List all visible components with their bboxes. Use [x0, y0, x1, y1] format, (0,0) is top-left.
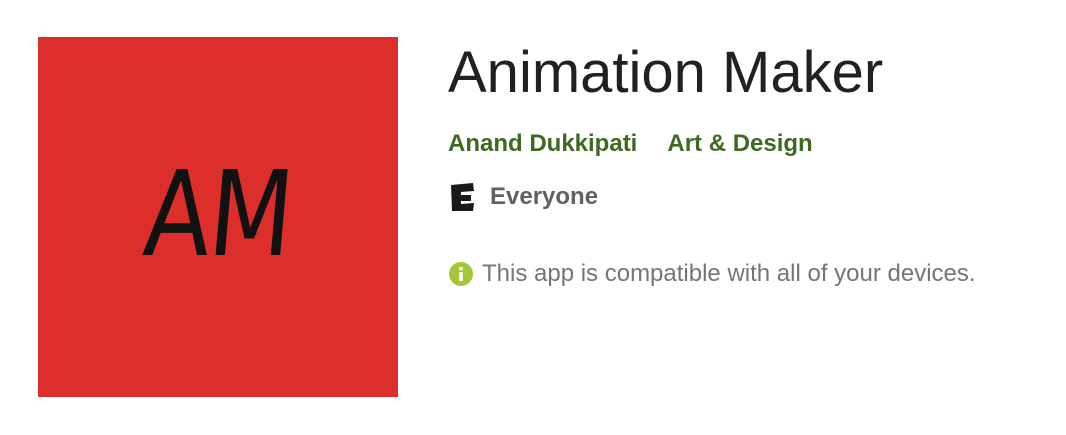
esrb-e-icon: [448, 182, 476, 212]
info-icon: [448, 261, 474, 287]
content-rating-label: Everyone: [490, 183, 599, 210]
compatibility-message: This app is compatible with all of your …: [482, 260, 976, 287]
compatibility-row: This app is compatible with all of your …: [448, 260, 1048, 288]
category-link[interactable]: Art & Design: [667, 130, 812, 158]
developer-link[interactable]: Anand Dukkipati: [448, 130, 637, 158]
app-title: Animation Maker: [448, 40, 884, 105]
app-icon-text: AM: [138, 145, 298, 283]
app-meta-row: Anand Dukkipati Art & Design: [448, 130, 1048, 158]
app-details: Animation Maker Anand Dukkipati Art & De…: [448, 38, 1048, 288]
app-icon: AM: [38, 37, 398, 397]
content-rating-row: Everyone: [448, 182, 1048, 212]
app-details-page: AM Animation Maker Anand Dukkipati Art &…: [0, 0, 1066, 435]
